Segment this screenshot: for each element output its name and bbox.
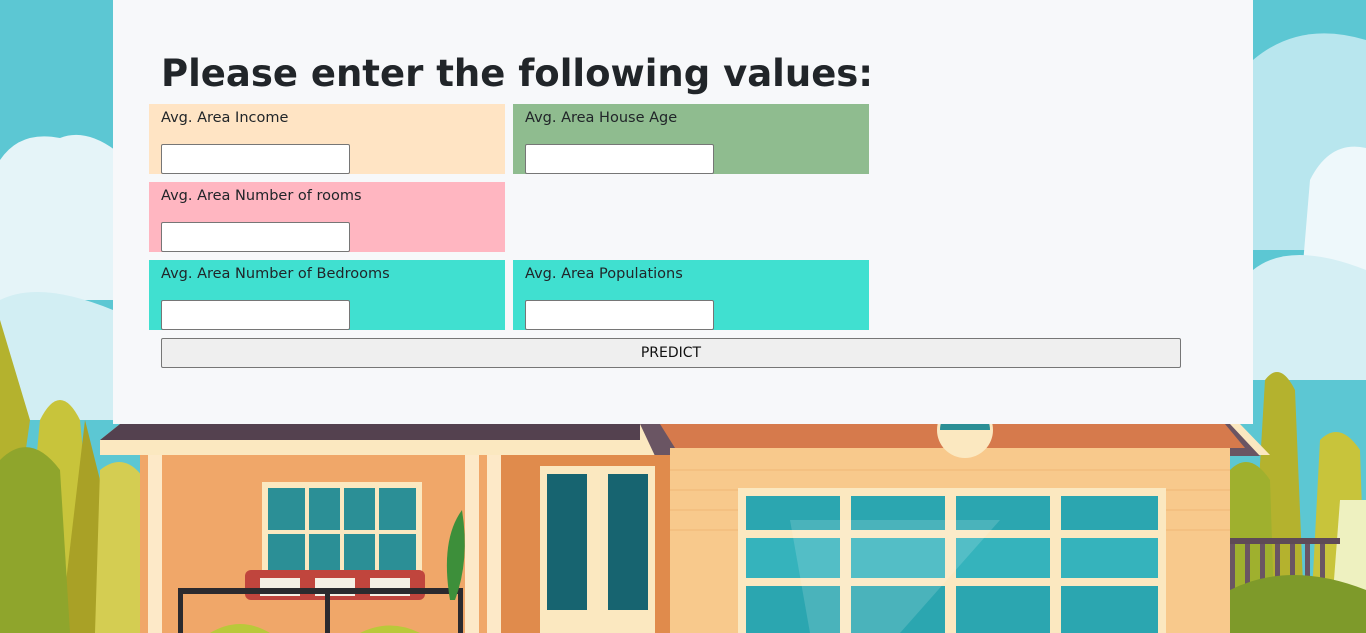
avg-area-income-input[interactable]: [161, 144, 350, 174]
avg-area-number-of-rooms-label: Avg. Area Number of rooms: [161, 188, 362, 204]
form-panel: Please enter the following values: Avg. …: [113, 0, 1253, 424]
avg-area-populations-label: Avg. Area Populations: [525, 266, 683, 282]
front-door: [540, 466, 655, 633]
field-avg-area-number-of-rooms: Avg. Area Number of rooms: [149, 182, 505, 252]
avg-area-number-of-bedrooms-label: Avg. Area Number of Bedrooms: [161, 266, 390, 282]
porch-window: [262, 482, 422, 577]
field-avg-area-number-of-bedrooms: Avg. Area Number of Bedrooms: [149, 260, 505, 330]
field-avg-area-house-age: Avg. Area House Age: [513, 104, 869, 174]
field-avg-area-income: Avg. Area Income: [149, 104, 505, 174]
garage-windows: [738, 488, 1166, 633]
avg-area-house-age-input[interactable]: [525, 144, 714, 174]
field-avg-area-populations: Avg. Area Populations: [513, 260, 869, 330]
form-heading: Please enter the following values:: [161, 52, 874, 95]
predict-button[interactable]: PREDICT: [161, 338, 1181, 368]
avg-area-populations-input[interactable]: [525, 300, 714, 330]
avg-area-number-of-rooms-input[interactable]: [161, 222, 350, 252]
avg-area-income-label: Avg. Area Income: [161, 110, 289, 126]
avg-area-house-age-label: Avg. Area House Age: [525, 110, 678, 126]
avg-area-number-of-bedrooms-input[interactable]: [161, 300, 350, 330]
cloud-left: [0, 134, 115, 300]
